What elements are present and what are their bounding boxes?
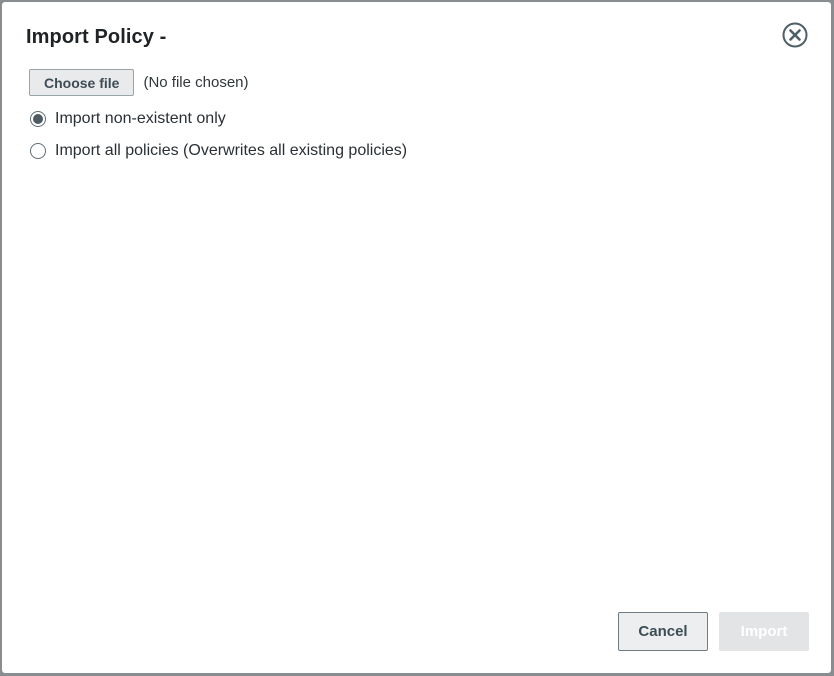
radio-button-selected[interactable] — [30, 111, 46, 127]
import-policy-dialog: Import Policy - Choose file (No file cho… — [2, 2, 831, 673]
cancel-button[interactable]: Cancel — [618, 612, 708, 651]
radio-import-non-existent[interactable]: Import non-existent only — [30, 110, 226, 128]
radio-import-all[interactable]: Import all policies (Overwrites all exis… — [30, 142, 407, 160]
choose-file-button[interactable]: Choose file — [29, 69, 135, 96]
file-input: Choose file (No file chosen) — [29, 69, 249, 96]
file-status-text: (No file chosen) — [143, 74, 249, 91]
radio-label: Import non-existent only — [55, 110, 226, 127]
close-icon[interactable] — [781, 21, 809, 49]
dialog-title: Import Policy - — [26, 26, 167, 48]
import-button[interactable]: Import — [719, 612, 809, 651]
radio-button-unselected[interactable] — [30, 143, 46, 159]
radio-label: Import all policies (Overwrites all exis… — [55, 142, 408, 159]
